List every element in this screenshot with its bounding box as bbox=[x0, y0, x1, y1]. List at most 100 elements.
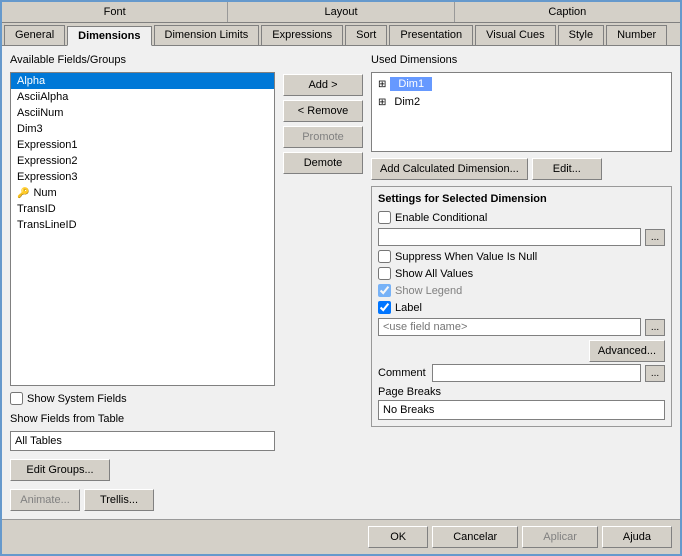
list-item-text: Num bbox=[33, 187, 56, 199]
panels-row: Available Fields/Groups Alpha AsciiAlpha… bbox=[10, 54, 672, 511]
tab-presentation[interactable]: Presentation bbox=[389, 25, 473, 45]
conditional-input-row: ... bbox=[378, 228, 665, 246]
comment-input[interactable] bbox=[432, 364, 641, 382]
conditional-input[interactable] bbox=[378, 228, 641, 246]
show-all-values-row: Show All Values bbox=[378, 267, 665, 280]
animate-button[interactable]: Animate... bbox=[10, 489, 80, 511]
caption-group-label: Caption bbox=[455, 2, 680, 22]
trellis-button[interactable]: Trellis... bbox=[84, 489, 154, 511]
list-item[interactable]: Expression2 bbox=[11, 153, 274, 169]
suppress-when-null-row: Suppress When Value Is Null bbox=[378, 250, 665, 263]
label-label: Label bbox=[395, 302, 422, 314]
list-item-text: Expression2 bbox=[17, 155, 78, 167]
show-all-values-label: Show All Values bbox=[395, 268, 473, 280]
list-item[interactable]: TransLineID bbox=[11, 217, 274, 233]
list-item[interactable]: Expression1 bbox=[11, 137, 274, 153]
middle-buttons-panel: Add > < Remove Promote Demote bbox=[283, 54, 363, 511]
enable-conditional-checkbox[interactable] bbox=[378, 211, 391, 224]
tab-expressions[interactable]: Expressions bbox=[261, 25, 343, 45]
show-legend-row: Show Legend bbox=[378, 284, 665, 297]
settings-group: Settings for Selected Dimension Enable C… bbox=[371, 186, 672, 427]
page-breaks-section: Page Breaks No BreaksBefore DimensionAft… bbox=[378, 386, 665, 420]
remove-button[interactable]: < Remove bbox=[283, 100, 363, 122]
list-item[interactable]: AsciiNum bbox=[11, 105, 274, 121]
apply-button[interactable]: Aplicar bbox=[522, 526, 598, 548]
available-fields-label: Available Fields/Groups bbox=[10, 54, 275, 66]
ok-button[interactable]: OK bbox=[368, 526, 428, 548]
list-item[interactable]: TransID bbox=[11, 201, 274, 217]
label-input-row: ... bbox=[378, 318, 665, 336]
dim-item-1[interactable]: ⊞ Dim1 bbox=[374, 75, 669, 93]
tab-visual-cues[interactable]: Visual Cues bbox=[475, 25, 556, 45]
page-breaks-dropdown[interactable]: No BreaksBefore DimensionAfter Dimension bbox=[378, 400, 665, 420]
demote-button[interactable]: Demote bbox=[283, 152, 363, 174]
left-panel: Available Fields/Groups Alpha AsciiAlpha… bbox=[10, 54, 275, 511]
available-fields-list[interactable]: Alpha AsciiAlpha AsciiNum Dim3 Expressio… bbox=[10, 72, 275, 386]
tab-dimensions[interactable]: Dimensions bbox=[67, 26, 151, 46]
enable-conditional-row: Enable Conditional bbox=[378, 211, 665, 224]
suppress-when-null-label: Suppress When Value Is Null bbox=[395, 251, 537, 263]
dim2-label: Dim2 bbox=[390, 95, 424, 109]
expand-icon-1: ⊞ bbox=[378, 79, 386, 90]
comment-browse-button[interactable]: ... bbox=[645, 365, 665, 382]
show-system-fields-row: Show System Fields bbox=[10, 392, 275, 405]
all-tables-dropdown-container: All Tables bbox=[10, 431, 275, 451]
label-browse-button[interactable]: ... bbox=[645, 319, 665, 336]
edit-button[interactable]: Edit... bbox=[532, 158, 602, 180]
show-legend-label: Show Legend bbox=[395, 285, 462, 297]
show-system-fields-checkbox[interactable] bbox=[10, 392, 23, 405]
list-item-text: Alpha bbox=[17, 75, 45, 87]
label-input[interactable] bbox=[378, 318, 641, 336]
tab-number[interactable]: Number bbox=[606, 25, 667, 45]
list-item-text: Expression3 bbox=[17, 171, 78, 183]
label-row: Label bbox=[378, 301, 665, 314]
right-panel: Used Dimensions ⊞ Dim1 ⊞ Dim2 Add Calcul… bbox=[371, 54, 672, 511]
top-group-row: Font Layout Caption bbox=[2, 2, 680, 23]
used-dimensions-list[interactable]: ⊞ Dim1 ⊞ Dim2 bbox=[371, 72, 672, 152]
comment-row: Comment ... bbox=[378, 364, 665, 382]
list-item[interactable]: Dim3 bbox=[11, 121, 274, 137]
dim-item-2[interactable]: ⊞ Dim2 bbox=[374, 93, 669, 111]
settings-title: Settings for Selected Dimension bbox=[378, 193, 665, 205]
show-all-values-checkbox[interactable] bbox=[378, 267, 391, 280]
tab-dimension-limits[interactable]: Dimension Limits bbox=[154, 25, 260, 45]
list-item-text: AsciiAlpha bbox=[17, 91, 68, 103]
list-item[interactable]: AsciiAlpha bbox=[11, 89, 274, 105]
show-legend-checkbox[interactable] bbox=[378, 284, 391, 297]
enable-conditional-label: Enable Conditional bbox=[395, 212, 487, 224]
edit-groups-button[interactable]: Edit Groups... bbox=[10, 459, 110, 481]
cancel-button[interactable]: Cancelar bbox=[432, 526, 518, 548]
advanced-button[interactable]: Advanced... bbox=[589, 340, 665, 362]
list-item-text: TransLineID bbox=[17, 219, 77, 231]
add-button[interactable]: Add > bbox=[283, 74, 363, 96]
suppress-when-null-checkbox[interactable] bbox=[378, 250, 391, 263]
list-item[interactable]: Alpha bbox=[11, 73, 274, 89]
list-item-text: TransID bbox=[17, 203, 56, 215]
list-item-text: AsciiNum bbox=[17, 107, 63, 119]
conditional-browse-button[interactable]: ... bbox=[645, 229, 665, 246]
tab-general[interactable]: General bbox=[4, 25, 65, 45]
page-breaks-label: Page Breaks bbox=[378, 386, 665, 398]
tab-row: General Dimensions Dimension Limits Expr… bbox=[2, 23, 680, 46]
all-tables-dropdown[interactable]: All Tables bbox=[10, 431, 275, 451]
content-area: Available Fields/Groups Alpha AsciiAlpha… bbox=[2, 46, 680, 519]
label-checkbox[interactable] bbox=[378, 301, 391, 314]
tab-sort[interactable]: Sort bbox=[345, 25, 387, 45]
list-item[interactable]: Expression3 bbox=[11, 169, 274, 185]
help-button[interactable]: Ajuda bbox=[602, 526, 672, 548]
comment-label: Comment bbox=[378, 367, 428, 379]
list-item-text: Expression1 bbox=[17, 139, 78, 151]
key-icon: 🔑 bbox=[17, 188, 29, 199]
dim1-label: Dim1 bbox=[390, 77, 432, 91]
bottom-buttons-row: OK Cancelar Aplicar Ajuda bbox=[2, 519, 680, 554]
add-calculated-dimension-button[interactable]: Add Calculated Dimension... bbox=[371, 158, 528, 180]
used-dimensions-label: Used Dimensions bbox=[371, 54, 672, 66]
main-window: Font Layout Caption General Dimensions D… bbox=[0, 0, 682, 556]
promote-button[interactable]: Promote bbox=[283, 126, 363, 148]
tab-style[interactable]: Style bbox=[558, 25, 604, 45]
list-item-text: Dim3 bbox=[17, 123, 43, 135]
bottom-left-buttons: Animate... Trellis... bbox=[10, 489, 275, 511]
list-item[interactable]: 🔑 Num bbox=[11, 185, 274, 201]
show-fields-from-table-label: Show Fields from Table bbox=[10, 413, 275, 425]
right-buttons-row: Add Calculated Dimension... Edit... bbox=[371, 158, 672, 180]
